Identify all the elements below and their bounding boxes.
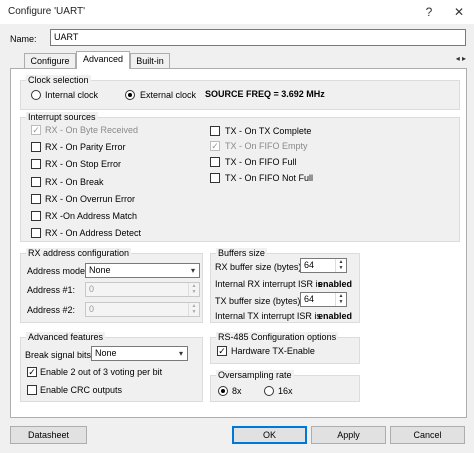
help-button[interactable]: ? [418, 3, 440, 21]
clock-selection-title: Clock selection [26, 75, 91, 85]
source-freq-readout: SOURCE FREQ = 3.692 MHz [205, 89, 325, 99]
crc-label: Enable CRC outputs [40, 385, 123, 395]
rx-address-detect-label: RX - On Address Detect [45, 228, 142, 238]
external-clock-label: External clock [140, 90, 197, 100]
break-bits-select[interactable]: None ▾ [91, 346, 188, 361]
tx-isr-status: enabled [318, 311, 353, 321]
rx-address-match-label: RX -On Address Match [45, 211, 138, 221]
oversampling-title: Oversampling rate [216, 370, 294, 380]
rx-overrun-error-label: RX - On Overrun Error [45, 194, 136, 204]
address2-spinbox[interactable]: 0 ▲ ▼ [85, 302, 200, 317]
address1-value: 0 [89, 284, 95, 294]
tab-advanced[interactable]: Advanced [76, 51, 130, 69]
tx-fifo-not-full-label: TX - On FIFO Not Full [225, 173, 314, 183]
tx-fifo-empty-label: TX - On FIFO Empty [225, 141, 308, 151]
tx-fifo-full-checkbox[interactable] [210, 157, 220, 167]
address-mode-select[interactable]: None ▾ [85, 263, 200, 278]
rx-stop-error-label: RX - On Stop Error [45, 159, 122, 169]
ok-button[interactable]: OK [232, 426, 307, 444]
tab-scroll-arrows-icon[interactable]: ◂ ▸ [456, 54, 466, 63]
external-clock-radio[interactable] [125, 90, 135, 100]
oversampling-16x-radio[interactable] [264, 386, 274, 396]
spin-down-icon[interactable]: ▼ [339, 265, 344, 271]
oversampling-8x-label: 8x [232, 386, 242, 396]
hw-tx-enable-checkbox[interactable]: ✓ [217, 346, 227, 356]
rx-stop-error-checkbox[interactable] [31, 159, 41, 169]
tx-buffer-value: 64 [304, 294, 315, 304]
rx-buffer-label: RX buffer size (bytes): [215, 262, 304, 272]
break-bits-value: None [95, 348, 117, 358]
tx-fifo-empty-checkbox[interactable]: ✓ [210, 141, 220, 151]
cancel-button[interactable]: Cancel [390, 426, 465, 444]
interrupt-sources-title: Interrupt sources [26, 112, 98, 122]
tx-buffer-spinbox[interactable]: 64 ▲ ▼ [300, 292, 347, 307]
name-input[interactable]: UART [50, 29, 466, 46]
rx-byte-received-label: RX - On Byte Received [45, 125, 139, 135]
tab-configure[interactable]: Configure [24, 53, 76, 68]
tx-isr-label: Internal TX interrupt ISR is [215, 311, 321, 321]
internal-clock-radio[interactable] [31, 90, 41, 100]
buffers-size-title: Buffers size [216, 248, 267, 258]
rx-break-checkbox[interactable] [31, 177, 41, 187]
rx-address-detect-checkbox[interactable] [31, 228, 41, 238]
spin-arrows-icon[interactable]: ▲ ▼ [188, 303, 199, 316]
spin-arrows-icon[interactable]: ▲ ▼ [335, 259, 346, 272]
address2-label: Address #2: [27, 305, 76, 315]
oversampling-16x-label: 16x [278, 386, 293, 396]
chevron-down-icon: ▾ [190, 266, 195, 275]
address-mode-value: None [89, 265, 111, 275]
address-mode-label: Address mode: [27, 266, 88, 276]
rx-byte-received-checkbox[interactable]: ✓ [31, 125, 41, 135]
chevron-down-icon: ▾ [178, 349, 183, 358]
internal-clock-label: Internal clock [45, 90, 99, 100]
rx-buffer-value: 64 [304, 260, 315, 270]
spin-arrows-icon[interactable]: ▲ ▼ [335, 293, 346, 306]
tx-buffer-label: TX buffer size (bytes): [215, 296, 303, 306]
break-bits-label: Break signal bits: [25, 350, 94, 360]
crc-checkbox[interactable] [27, 385, 37, 395]
address1-spinbox[interactable]: 0 ▲ ▼ [85, 282, 200, 297]
window-title: Configure 'UART' [8, 6, 85, 17]
spin-down-icon[interactable]: ▼ [339, 299, 344, 305]
tx-complete-label: TX - On TX Complete [225, 126, 312, 136]
close-button[interactable]: ✕ [448, 3, 470, 21]
rx-buffer-spinbox[interactable]: 64 ▲ ▼ [300, 258, 347, 273]
rx-address-title: RX address configuration [26, 248, 132, 258]
tab-built-in[interactable]: Built-in [130, 53, 170, 68]
apply-button[interactable]: Apply [311, 426, 386, 444]
tx-fifo-not-full-checkbox[interactable] [210, 173, 220, 183]
address1-label: Address #1: [27, 285, 76, 295]
tx-fifo-full-label: TX - On FIFO Full [225, 157, 297, 167]
voting-label: Enable 2 out of 3 voting per bit [40, 367, 163, 377]
advanced-features-title: Advanced features [26, 332, 106, 342]
voting-checkbox[interactable]: ✓ [27, 367, 37, 377]
datasheet-button[interactable]: Datasheet [10, 426, 87, 444]
name-label: Name: [10, 34, 37, 44]
spin-arrows-icon[interactable]: ▲ ▼ [188, 283, 199, 296]
rx-address-match-checkbox[interactable] [31, 211, 41, 221]
rx-isr-label: Internal RX interrupt ISR is [215, 279, 323, 289]
tx-complete-checkbox[interactable] [210, 126, 220, 136]
rs485-title: RS-485 Configuration options [216, 332, 339, 342]
rx-parity-error-label: RX - On Parity Error [45, 142, 126, 152]
rx-isr-status: enabled [318, 279, 353, 289]
address2-value: 0 [89, 304, 95, 314]
rx-break-label: RX - On Break [45, 177, 104, 187]
rx-parity-error-checkbox[interactable] [31, 142, 41, 152]
spin-down-icon[interactable]: ▼ [192, 289, 197, 295]
rx-overrun-error-checkbox[interactable] [31, 194, 41, 204]
spin-down-icon[interactable]: ▼ [192, 309, 197, 315]
hw-tx-enable-label: Hardware TX-Enable [231, 346, 315, 356]
oversampling-8x-radio[interactable] [218, 386, 228, 396]
